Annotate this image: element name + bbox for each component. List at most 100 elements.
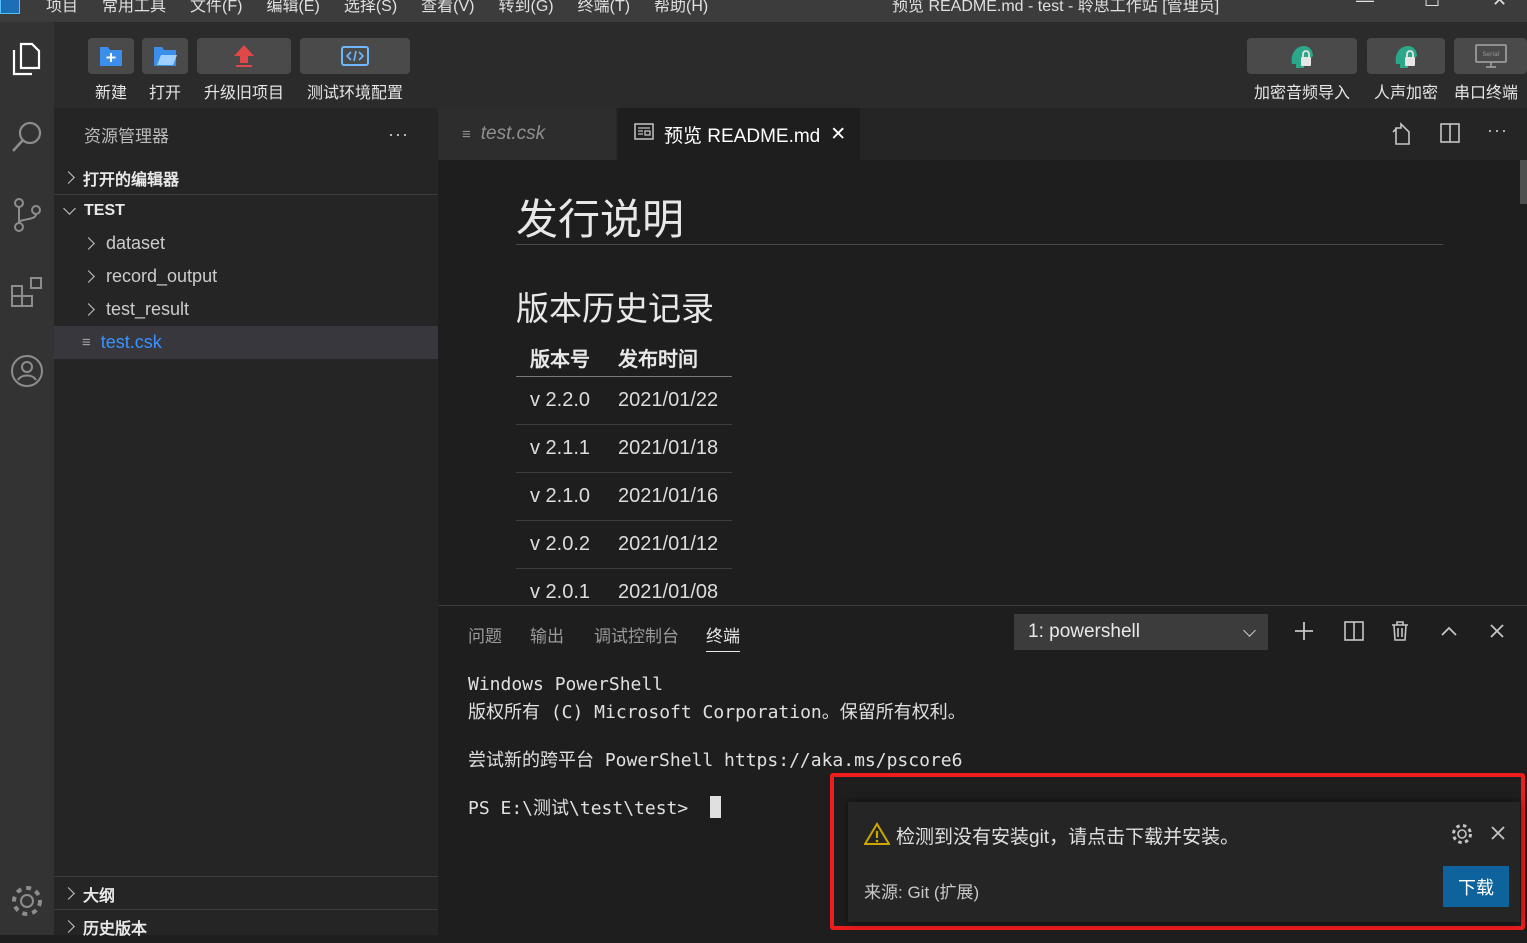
tab-preview-readme[interactable]: 预览 README.md ✕: [618, 108, 860, 160]
tree-file-test-csk[interactable]: ≡ test.csk: [54, 326, 438, 359]
voice-encrypt-label: 人声加密: [1373, 85, 1438, 102]
explorer-icon[interactable]: [0, 32, 54, 86]
menu-item-terminal[interactable]: 终端(T): [578, 0, 630, 16]
new-terminal-icon[interactable]: [1293, 620, 1315, 647]
file-lines-icon: ≡: [82, 334, 91, 351]
explorer-sidebar: 资源管理器 ··· 打开的编辑器 TEST dataset record_out…: [54, 108, 438, 938]
menu-item-tools[interactable]: 常用工具: [102, 0, 166, 16]
menu-item-view[interactable]: 查看(V): [421, 0, 474, 16]
upgrade-project-button[interactable]: 升级旧项目: [197, 38, 291, 103]
sidebar-header: 资源管理器 ···: [54, 118, 438, 151]
close-icon[interactable]: ✕: [830, 123, 846, 146]
account-icon[interactable]: [0, 344, 54, 398]
split-terminal-icon[interactable]: [1343, 620, 1365, 647]
voice-encrypt-button[interactable]: 人声加密: [1367, 38, 1445, 103]
menu-item-goto[interactable]: 转到(G): [499, 0, 554, 16]
new-button[interactable]: 新建: [88, 38, 134, 103]
outline-section[interactable]: 大纲: [54, 876, 438, 910]
open-source-icon[interactable]: [1391, 122, 1415, 151]
table-cell-date: 2021/01/08: [604, 568, 733, 605]
test-env-config-button[interactable]: 测试环境配置: [300, 38, 410, 103]
chevron-right-icon: [62, 920, 75, 933]
encrypted-audio-import-button[interactable]: 加密音频导入: [1247, 38, 1357, 103]
git-missing-notification: 检测到没有安装git，请点击下载并安装。 来源: Git (扩展) 下载: [848, 802, 1520, 922]
chevron-down-icon: [1243, 623, 1256, 637]
terminal-prompt[interactable]: PS E:\测试\test\test>: [468, 794, 699, 820]
table-cell-version: v 2.2.0: [516, 376, 605, 425]
extensions-icon[interactable]: [0, 266, 54, 320]
table-cell-date: 2021/01/22: [604, 376, 733, 425]
project-label: TEST: [84, 201, 125, 219]
column-header-date: 发布时间: [604, 338, 733, 377]
history-section[interactable]: 历史版本: [54, 909, 438, 943]
more-actions-icon[interactable]: ···: [1487, 120, 1508, 141]
outline-label: 大纲: [83, 887, 116, 905]
column-header-version: 版本号: [516, 338, 605, 377]
terminal-line: Windows PowerShell: [468, 674, 664, 695]
menu-item-help[interactable]: 帮助(H): [654, 0, 708, 16]
folder-label: record_output: [106, 266, 218, 286]
editor-scrollbar[interactable]: [1520, 160, 1527, 204]
toolbar: 新建 打开 升级旧项目 测试环境配置 加密音频导入 人声加密 Serial 串口…: [54, 22, 1527, 108]
preview-heading-2: 版本历史记录: [516, 290, 714, 327]
table-row: v 2.1.1 2021/01/18: [516, 424, 733, 473]
menu-bar: 项目 常用工具 文件(F) 编辑(E) 选择(S) 查看(V) 转到(G) 终端…: [46, 0, 708, 16]
tab-output[interactable]: 输出: [530, 622, 564, 647]
table-cell-date: 2021/01/18: [604, 424, 733, 473]
folder-label: test_result: [106, 299, 190, 319]
gear-icon[interactable]: [1450, 822, 1474, 851]
menu-item-file[interactable]: 文件(F): [190, 0, 242, 16]
menu-item-edit[interactable]: 编辑(E): [266, 0, 319, 16]
trash-icon[interactable]: [1390, 620, 1410, 647]
terminal-line: 版权所有 (C) Microsoft Corporation。保留所有权利。: [468, 702, 966, 723]
close-window-icon[interactable]: ✕: [1492, 0, 1507, 11]
table-cell-date: 2021/01/12: [604, 520, 733, 569]
table-row: v 2.1.0 2021/01/16: [516, 472, 733, 521]
terminal-select[interactable]: 1: powershell: [1014, 614, 1268, 650]
table-cell-date: 2021/01/16: [604, 472, 733, 521]
chevron-right-icon: [82, 237, 95, 250]
download-button[interactable]: 下载: [1443, 866, 1509, 907]
preview-heading-1: 发行说明: [516, 196, 685, 243]
tab-problems[interactable]: 问题: [468, 622, 502, 647]
notification-message: 检测到没有安装git，请点击下载并安装。: [896, 827, 1240, 848]
search-icon[interactable]: [0, 110, 54, 164]
project-section[interactable]: TEST: [54, 194, 438, 227]
upgrade-project-label: 升级旧项目: [203, 85, 284, 102]
notification-source: 来源: Git (扩展): [864, 883, 980, 902]
sidebar-title: 资源管理器: [84, 127, 169, 146]
title-bar: 项目 常用工具 文件(F) 编辑(E) 选择(S) 查看(V) 转到(G) 终端…: [0, 0, 1527, 22]
folder-label: dataset: [106, 233, 166, 253]
menu-item-selection[interactable]: 选择(S): [344, 0, 397, 16]
menu-item-project[interactable]: 项目: [46, 0, 78, 16]
maximize-panel-icon[interactable]: [1439, 620, 1459, 647]
terminal-line: 尝试新的跨平台 PowerShell https://aka.ms/pscore…: [468, 750, 963, 771]
more-actions-icon[interactable]: ···: [388, 124, 409, 145]
settings-gear-icon[interactable]: [0, 874, 54, 928]
maximize-icon[interactable]: ☐: [1424, 0, 1440, 11]
close-panel-icon[interactable]: [1487, 620, 1507, 647]
source-control-icon[interactable]: [0, 188, 54, 242]
open-button[interactable]: 打开: [142, 38, 188, 103]
tree-folder-record-output[interactable]: record_output: [54, 260, 438, 293]
file-label: test.csk: [100, 332, 162, 352]
minimize-icon[interactable]: —: [1356, 0, 1374, 11]
tab-terminal[interactable]: 终端: [706, 622, 740, 652]
open-editors-section[interactable]: 打开的编辑器: [54, 161, 438, 195]
tab-debug-console[interactable]: 调试控制台: [594, 622, 679, 647]
file-lines-icon: ≡: [462, 125, 471, 143]
split-editor-icon[interactable]: [1439, 122, 1461, 149]
close-icon[interactable]: [1489, 824, 1507, 847]
terminal-cursor: [710, 796, 721, 818]
tree-folder-test-result[interactable]: test_result: [54, 293, 438, 326]
table-row: v 2.2.0 2021/01/22: [516, 376, 733, 425]
serial-icon-text: Serial: [1482, 51, 1499, 58]
activity-bar: [0, 22, 54, 935]
editor-tab-bar: ≡ test.csk 预览 README.md ✕ ···: [438, 108, 1527, 160]
tab-label: 预览 README.md: [664, 125, 821, 147]
table-cell-version: v 2.1.0: [516, 472, 605, 521]
tree-folder-dataset[interactable]: dataset: [54, 227, 438, 260]
tab-test-csk[interactable]: ≡ test.csk: [438, 108, 616, 160]
open-editors-label: 打开的编辑器: [83, 171, 180, 189]
serial-terminal-button[interactable]: Serial 串口终端: [1454, 38, 1527, 103]
